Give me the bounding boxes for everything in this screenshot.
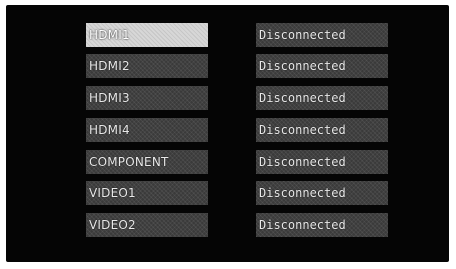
connection-status: Disconnected: [256, 150, 388, 174]
input-row-hdmi3[interactable]: HDMI3 Disconnected: [86, 86, 406, 110]
connection-status: Disconnected: [256, 213, 388, 237]
tv-screen: HDMI1 Disconnected HDMI2 Disconnected HD…: [6, 5, 449, 262]
input-row-hdmi1[interactable]: HDMI1 Disconnected: [86, 23, 406, 47]
connection-status: Disconnected: [256, 23, 388, 47]
input-label[interactable]: HDMI4: [86, 118, 208, 142]
input-label[interactable]: VIDEO1: [86, 181, 208, 205]
connection-status: Disconnected: [256, 54, 388, 78]
input-row-hdmi4[interactable]: HDMI4 Disconnected: [86, 118, 406, 142]
input-label[interactable]: VIDEO2: [86, 213, 208, 237]
input-label[interactable]: COMPONENT: [86, 150, 208, 174]
input-row-video2[interactable]: VIDEO2 Disconnected: [86, 213, 406, 237]
connection-status: Disconnected: [256, 86, 388, 110]
input-row-video1[interactable]: VIDEO1 Disconnected: [86, 181, 406, 205]
input-label[interactable]: HDMI3: [86, 86, 208, 110]
connection-status: Disconnected: [256, 181, 388, 205]
input-row-hdmi2[interactable]: HDMI2 Disconnected: [86, 54, 406, 78]
input-label[interactable]: HDMI1: [86, 23, 208, 47]
input-label[interactable]: HDMI2: [86, 54, 208, 78]
input-row-component[interactable]: COMPONENT Disconnected: [86, 150, 406, 174]
connection-status: Disconnected: [256, 118, 388, 142]
